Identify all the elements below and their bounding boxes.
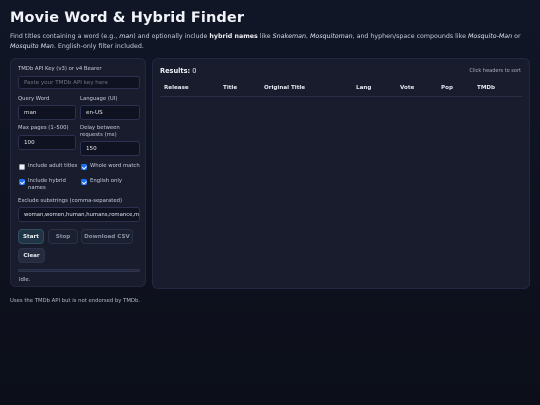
settings-panel: TMDb API Key (v3) or v4 Bearer Query Wor… [10, 58, 146, 287]
whole-word-checkbox-box[interactable] [81, 163, 87, 170]
include-adult-checkbox-box[interactable] [19, 163, 25, 170]
include-hybrid-label: Include hybrid names [28, 178, 66, 191]
results-table-header: Release Title Original Title Lang Vote P… [160, 80, 522, 97]
column-header-pop[interactable]: Pop [441, 85, 453, 91]
english-only-label: English only [90, 178, 123, 184]
include-hybrid-checkbox-box[interactable] [19, 178, 25, 185]
footer-disclaimer: Uses the TMDb API but is not endorsed by… [10, 298, 141, 304]
start-button[interactable]: Start [18, 229, 44, 244]
page-subtitle: Find titles containing a word (e.g., man… [10, 33, 521, 50]
whole-word-checkbox[interactable]: Whole word match [81, 163, 140, 170]
sort-hint: Click headers to sort [469, 68, 521, 74]
column-header-release[interactable]: Release [164, 85, 189, 91]
max-pages-label: Max pages (1–500) [18, 125, 69, 131]
results-count: Results: 0 [160, 67, 196, 75]
api-key-input[interactable] [18, 76, 140, 89]
column-header-title[interactable]: Title [223, 85, 237, 91]
page-title: Movie Word & Hybrid Finder [10, 10, 245, 26]
include-hybrid-checkbox[interactable]: Include hybrid names [19, 178, 71, 192]
english-only-checkbox-box[interactable] [81, 178, 87, 185]
query-word-label: Query Word [18, 96, 50, 102]
whole-word-label: Whole word match [90, 163, 140, 169]
column-header-original-title[interactable]: Original Title [264, 85, 305, 91]
results-label: Results: [160, 67, 191, 75]
status-text: Idle. [19, 277, 31, 283]
results-count-value: 0 [192, 67, 197, 75]
exclude-substrings-label: Exclude substrings (comma-separated) [18, 198, 123, 204]
exclude-substrings-input[interactable] [18, 207, 140, 222]
stop-button[interactable]: Stop [48, 229, 78, 244]
language-label: Language (UI) [80, 96, 118, 102]
include-adult-label: Include adult titles [28, 163, 78, 169]
query-word-input[interactable] [18, 105, 76, 120]
max-pages-input[interactable] [18, 135, 76, 150]
results-panel: Results: 0 Click headers to sort Release… [152, 58, 530, 289]
api-key-label: TMDb API Key (v3) or v4 Bearer [18, 66, 102, 72]
download-csv-button[interactable]: Download CSV [81, 229, 133, 244]
include-adult-checkbox[interactable]: Include adult titles [19, 163, 77, 170]
language-input[interactable] [80, 105, 140, 120]
delay-input[interactable] [80, 141, 140, 156]
progress-bar [18, 269, 140, 272]
column-header-vote[interactable]: Vote [400, 85, 414, 91]
column-header-tmdb[interactable]: TMDb [477, 85, 495, 91]
english-only-checkbox[interactable]: English only [81, 178, 122, 185]
clear-button[interactable]: Clear [18, 248, 45, 263]
delay-label: Delay between requests (ms) [80, 125, 120, 138]
column-header-lang[interactable]: Lang [356, 85, 371, 91]
